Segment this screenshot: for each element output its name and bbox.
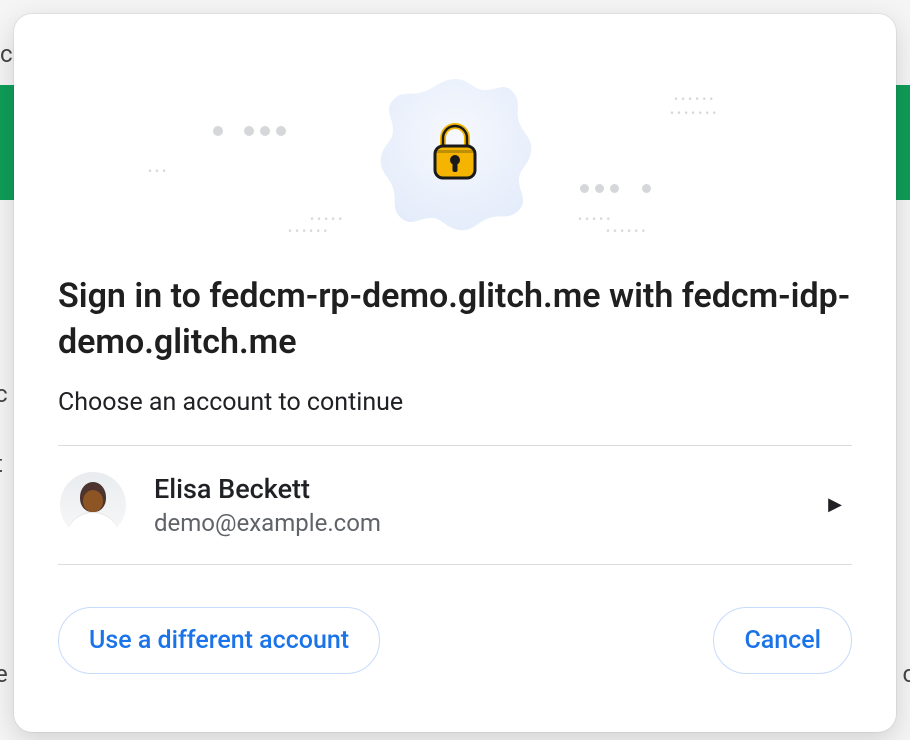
background-glyph: c xyxy=(0,40,13,68)
lock-icon xyxy=(427,120,483,188)
cancel-button[interactable]: Cancel xyxy=(713,607,852,674)
account-info: Elisa Beckett demo@example.com xyxy=(154,473,818,537)
avatar xyxy=(60,472,126,538)
illustration: •••••• ••••••• ••••• •••••• ••• ••••• ••… xyxy=(58,54,852,254)
account-option[interactable]: Elisa Beckett demo@example.com ▶ xyxy=(58,446,852,564)
background-glyph: e xyxy=(0,660,8,688)
chevron-right-icon: ▶ xyxy=(828,494,842,515)
background-glyph: t xyxy=(0,450,3,478)
dialog-subtitle: Choose an account to continue xyxy=(58,388,852,417)
divider xyxy=(58,564,852,565)
lock-badge xyxy=(373,72,538,237)
account-email: demo@example.com xyxy=(154,509,818,537)
use-different-account-button[interactable]: Use a different account xyxy=(58,607,380,674)
button-row: Use a different account Cancel xyxy=(58,607,852,684)
dialog-title: Sign in to fedcm-rp-demo.glitch.me with … xyxy=(58,274,852,366)
background-glyph: c xyxy=(902,660,910,688)
background-glyph: c xyxy=(0,380,8,408)
signin-dialog: •••••• ••••••• ••••• •••••• ••• ••••• ••… xyxy=(14,14,896,732)
account-name: Elisa Beckett xyxy=(154,473,818,505)
